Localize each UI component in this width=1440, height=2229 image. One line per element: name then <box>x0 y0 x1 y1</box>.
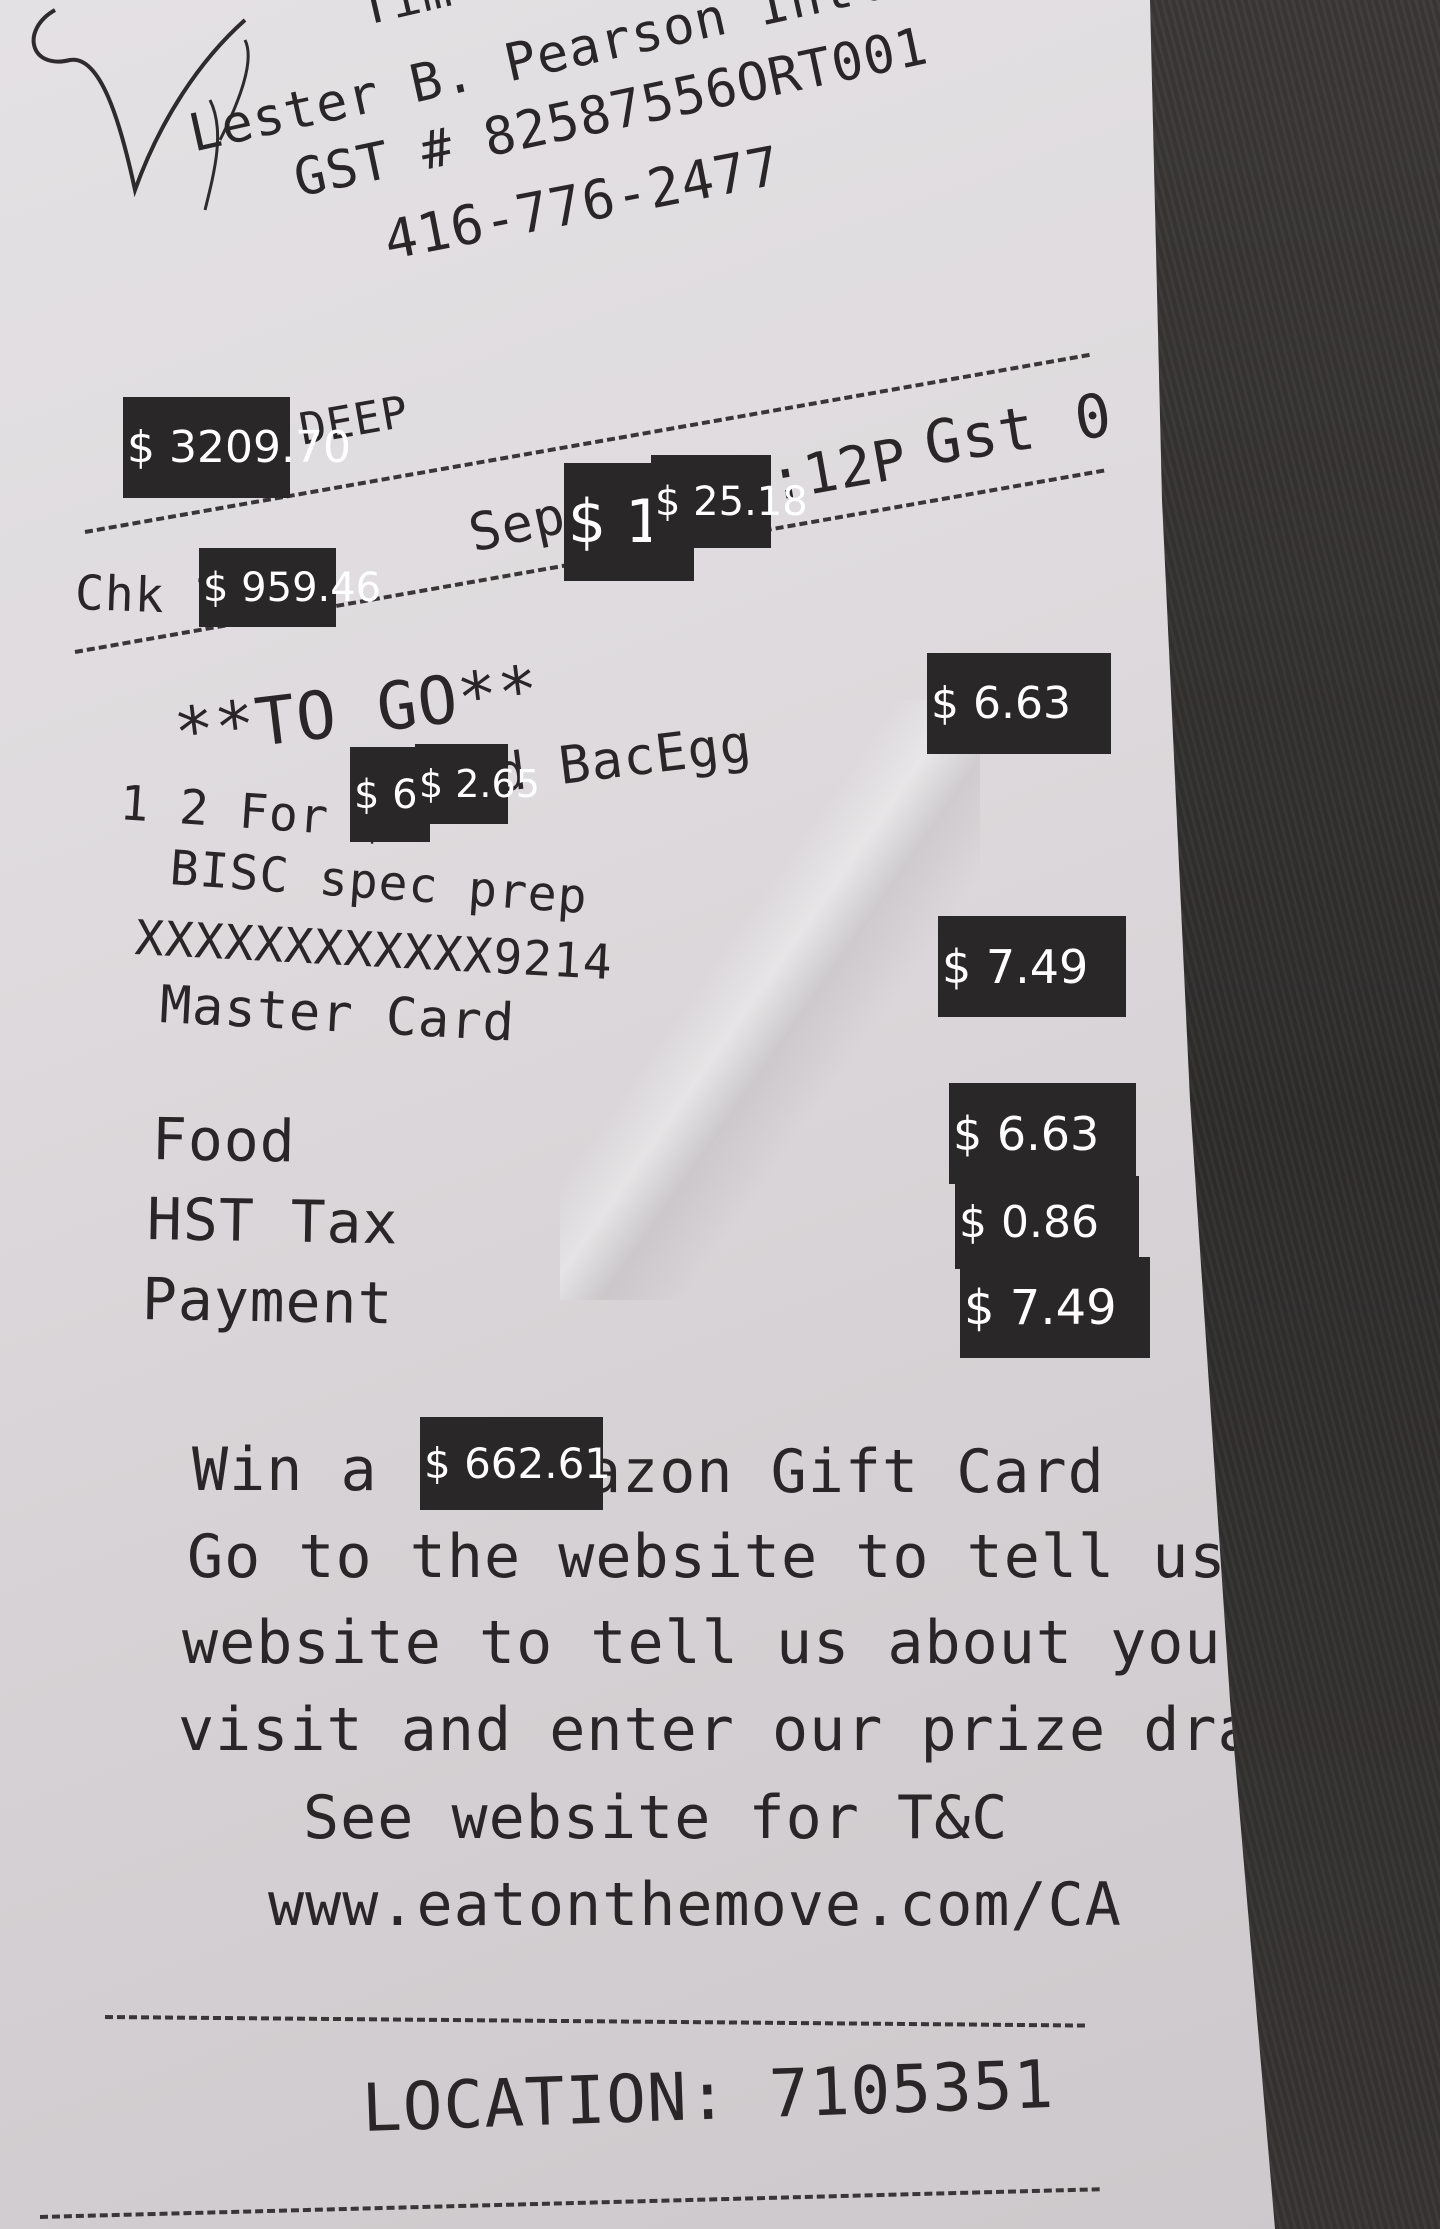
promo-line-6: www.eatonthemove.com/CA <box>268 1870 1122 1940</box>
payment-label: Payment <box>141 1265 394 1338</box>
amount-overlay-10: $ 0.86 <box>955 1176 1139 1269</box>
amount-overlay-3: $ 25.18 <box>651 455 808 548</box>
amount-overlay-1: $ 3209.70 <box>123 397 351 498</box>
promo-line-1-end: azon Gift Card <box>585 1437 1105 1507</box>
separator-line <box>104 2015 1085 2028</box>
amount-overlay-8: $ 7.49 <box>938 916 1126 1017</box>
amount-overlay-5: $ 6.63 <box>927 653 1111 754</box>
food-label: Food <box>151 1105 297 1176</box>
amount-overlay-11: $ 7.49 <box>960 1257 1150 1358</box>
promo-line-1-start: Win a <box>192 1435 378 1505</box>
promo-line-5: See website for T&C <box>303 1783 1009 1853</box>
promo-line-4: visit and enter our prize draw <box>178 1695 1292 1765</box>
item-modifier: BISC spec prep <box>168 840 590 926</box>
paper-crease <box>560 700 980 1300</box>
gst-label: Gst <box>919 393 1041 480</box>
promo-line-3: website to tell us about your <box>182 1608 1259 1678</box>
location-number: LOCATION: 7105351 <box>360 2045 1056 2147</box>
card-type: Master Card <box>158 975 517 1054</box>
photo-canvas: Tim Ho Lester B. Pearson Intl A GST # 82… <box>0 0 1440 2229</box>
gst-value: 0 <box>1070 380 1117 455</box>
separator-line <box>39 2187 1100 2219</box>
tax-label: HST Tax <box>146 1185 399 1258</box>
amount-overlay-4: $ 959.46 <box>199 548 381 627</box>
promo-line-2: Go to the website to tell us <box>187 1522 1227 1592</box>
amount-overlay-7: $ 2.65 <box>415 744 540 824</box>
amount-overlay-9: $ 6.63 <box>949 1083 1136 1184</box>
amount-overlay-12: $ 662.61 <box>420 1417 611 1510</box>
